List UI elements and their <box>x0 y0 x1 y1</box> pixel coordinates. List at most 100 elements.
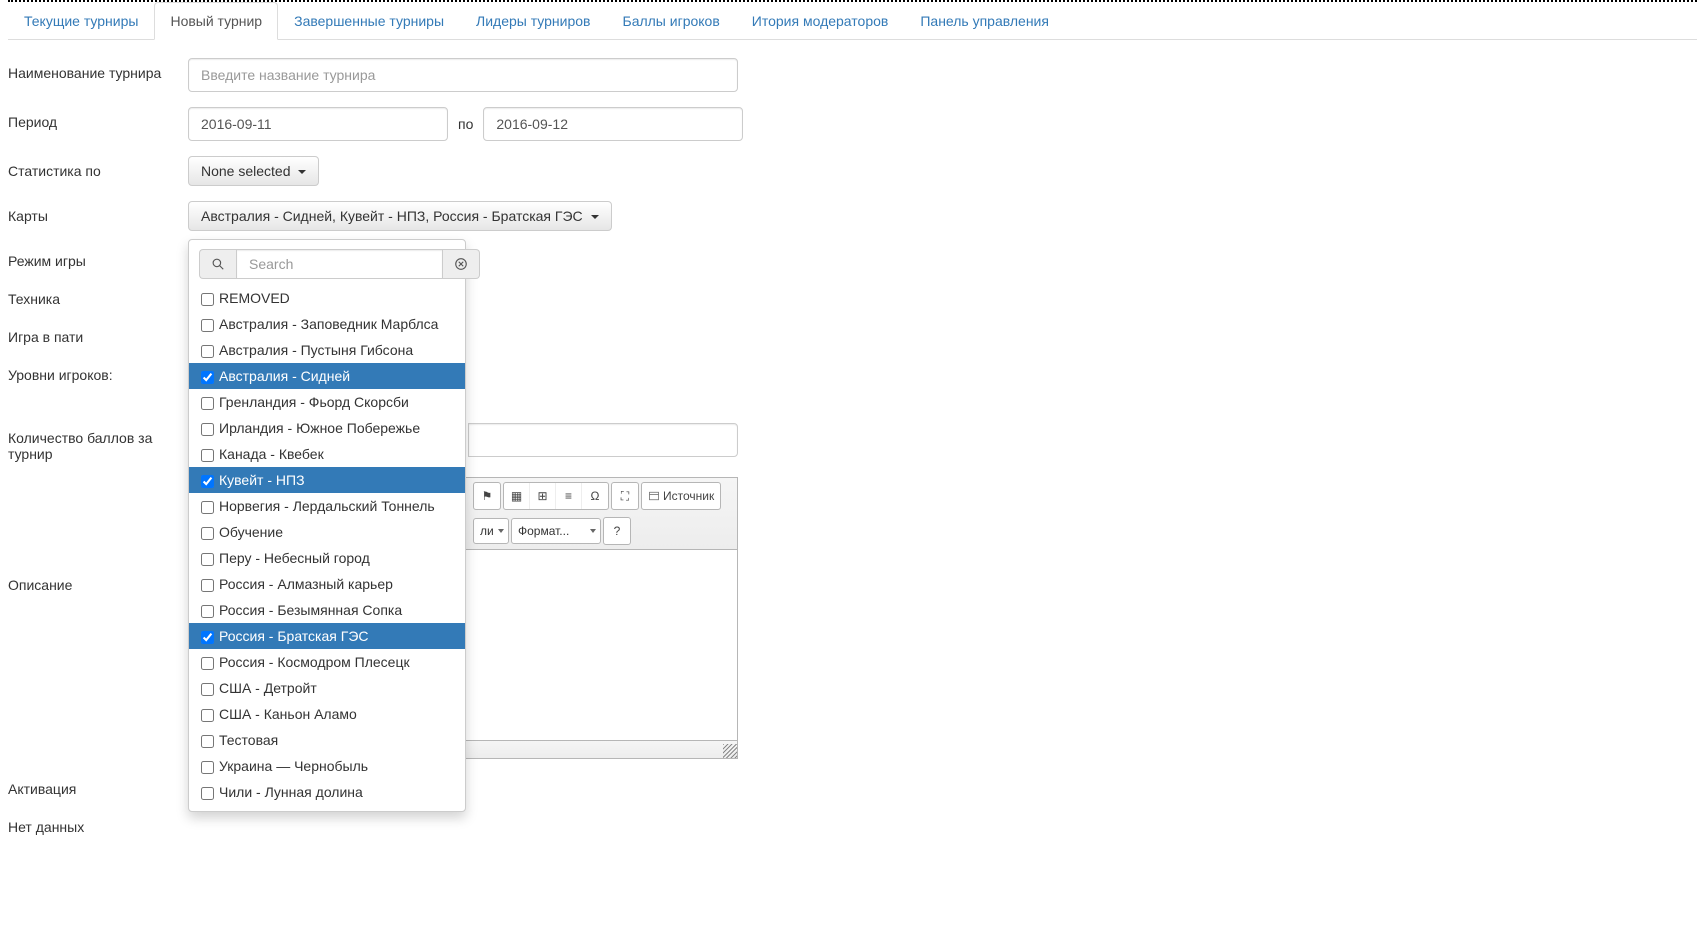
maps-option[interactable]: Ирландия - Южное Побережье <box>189 415 465 441</box>
points-input-visible[interactable] <box>468 423 738 457</box>
maps-option-label: Россия - Безымянная Сопка <box>219 602 402 618</box>
maps-search-input[interactable] <box>236 249 443 279</box>
maps-option-checkbox[interactable] <box>201 579 214 592</box>
maps-option-checkbox[interactable] <box>201 657 214 670</box>
maps-option-checkbox[interactable] <box>201 735 214 748</box>
maps-option[interactable]: Россия - Безымянная Сопка <box>189 597 465 623</box>
table-icon[interactable]: ⊞ <box>530 483 556 509</box>
maps-option[interactable]: Гренландия - Фьорд Скорсби <box>189 389 465 415</box>
game-mode-label: Режим игры <box>8 246 188 269</box>
format-select-text: Формат... <box>518 524 569 538</box>
resize-handle-icon[interactable] <box>723 744 737 758</box>
maps-option[interactable]: Австралия - Заповедник Марблса <box>189 311 465 337</box>
maps-option[interactable]: Канада - Квебек <box>189 441 465 467</box>
period-label: Период <box>8 107 188 141</box>
maps-option-checkbox[interactable] <box>201 709 214 722</box>
maps-option-label: Россия - Братская ГЭС <box>219 628 369 644</box>
tab-6[interactable]: Панель управления <box>904 2 1065 40</box>
maps-option-checkbox[interactable] <box>201 319 214 332</box>
tournament-name-label: Наименование турнира <box>8 58 188 92</box>
maps-option[interactable]: Австралия - Сидней <box>189 363 465 389</box>
maps-dropdown-button[interactable]: Австралия - Сидней, Кувейт - НПЗ, Россия… <box>188 201 612 231</box>
maps-option-checkbox[interactable] <box>201 501 214 514</box>
flag-icon[interactable]: ⚑ <box>474 483 500 509</box>
maps-option-label: Кувейт - НПЗ <box>219 472 305 488</box>
party-label: Игра в пати <box>8 322 188 345</box>
hr-icon[interactable]: ≡ <box>556 483 582 509</box>
maps-label: Карты <box>8 201 188 231</box>
format-select[interactable]: Формат... <box>511 518 601 544</box>
maps-option[interactable]: Перу - Небесный город <box>189 545 465 571</box>
period-from-input[interactable] <box>188 107 448 141</box>
maps-option-label: Чили - Лунная долина <box>219 784 363 800</box>
maps-option-label: Ирландия - Южное Побережье <box>219 420 420 436</box>
maps-option-checkbox[interactable] <box>201 683 214 696</box>
activation-label: Активация <box>8 774 188 797</box>
maps-option[interactable]: Обучение <box>189 519 465 545</box>
source-button[interactable]: Источник <box>642 483 720 509</box>
maps-option[interactable]: Украина — Чернобыль <box>189 753 465 779</box>
maps-option[interactable]: Россия - Космодром Плесецк <box>189 649 465 675</box>
style-select-text: ли <box>480 524 494 538</box>
description-label: Описание <box>8 477 188 759</box>
tab-4[interactable]: Баллы игроков <box>607 2 736 40</box>
maps-option-label: Гренландия - Фьорд Скорсби <box>219 394 409 410</box>
maps-selected-text: Австралия - Сидней, Кувейт - НПЗ, Россия… <box>201 208 583 224</box>
maps-option[interactable]: Россия - Братская ГЭС <box>189 623 465 649</box>
maps-option-checkbox[interactable] <box>201 423 214 436</box>
maps-option-label: Обучение <box>219 524 283 540</box>
maps-option[interactable]: Чили - Лунная долина <box>189 779 465 805</box>
maps-option-label: REMOVED <box>219 290 290 306</box>
maps-option[interactable]: США - Каньон Аламо <box>189 701 465 727</box>
maps-option-checkbox[interactable] <box>201 761 214 774</box>
maps-dropdown-menu: REMOVEDАвстралия - Заповедник МарблсаАвс… <box>188 239 466 812</box>
maps-option-checkbox[interactable] <box>201 397 214 410</box>
maps-option-checkbox[interactable] <box>201 475 214 488</box>
maps-option-checkbox[interactable] <box>201 553 214 566</box>
style-select-partial[interactable]: ли <box>473 518 509 544</box>
search-icon <box>199 249 236 279</box>
maps-option-checkbox[interactable] <box>201 345 214 358</box>
maps-option[interactable]: REMOVED <box>189 285 465 311</box>
maps-option-checkbox[interactable] <box>201 605 214 618</box>
maps-option-label: Австралия - Сидней <box>219 368 350 384</box>
help-button[interactable]: ? <box>604 518 630 544</box>
source-label: Источник <box>663 489 714 503</box>
maps-option-checkbox[interactable] <box>201 371 214 384</box>
tournament-name-input[interactable] <box>188 58 738 92</box>
maps-option-label: Россия - Алмазный карьер <box>219 576 393 592</box>
stats-dropdown-button[interactable]: None selected <box>188 156 319 186</box>
maps-option[interactable]: Тестовая <box>189 727 465 753</box>
period-between-label: по <box>458 116 473 132</box>
main-tabs: Текущие турнирыНовый турнирЗавершенные т… <box>8 2 1697 40</box>
maps-option-checkbox[interactable] <box>201 293 214 306</box>
maps-option[interactable]: Кувейт - НПЗ <box>189 467 465 493</box>
maps-option[interactable]: Россия - Алмазный карьер <box>189 571 465 597</box>
maximize-icon[interactable]: ⛶ <box>612 483 638 509</box>
maps-option[interactable]: Австралия - Пустыня Гибсона <box>189 337 465 363</box>
maps-option-label: Перу - Небесный город <box>219 550 370 566</box>
maps-option-checkbox[interactable] <box>201 449 214 462</box>
no-data-text: Нет данных <box>8 812 1697 835</box>
omega-icon[interactable]: Ω <box>582 483 608 509</box>
clear-search-button[interactable] <box>443 249 480 279</box>
maps-option-label: Норвегия - Лердальский Тоннель <box>219 498 435 514</box>
maps-option-list: REMOVEDАвстралия - Заповедник МарблсаАвс… <box>189 285 465 805</box>
maps-option-label: США - Детройт <box>219 680 317 696</box>
maps-option[interactable]: Норвегия - Лердальский Тоннель <box>189 493 465 519</box>
maps-option-label: Россия - Космодром Плесецк <box>219 654 410 670</box>
tab-5[interactable]: Итория модераторов <box>736 2 905 40</box>
maps-option-checkbox[interactable] <box>201 631 214 644</box>
period-to-input[interactable] <box>483 107 743 141</box>
levels-label: Уровни игроков: <box>8 360 188 383</box>
maps-option[interactable]: США - Детройт <box>189 675 465 701</box>
caret-icon <box>591 215 599 219</box>
tab-1[interactable]: Новый турнир <box>154 2 278 40</box>
image-icon[interactable]: ▦ <box>504 483 530 509</box>
maps-option-checkbox[interactable] <box>201 527 214 540</box>
tab-3[interactable]: Лидеры турниров <box>460 2 606 40</box>
tab-2[interactable]: Завершенные турниры <box>278 2 460 40</box>
maps-option-label: Тестовая <box>219 732 278 748</box>
tab-0[interactable]: Текущие турниры <box>8 2 154 40</box>
maps-option-checkbox[interactable] <box>201 787 214 800</box>
